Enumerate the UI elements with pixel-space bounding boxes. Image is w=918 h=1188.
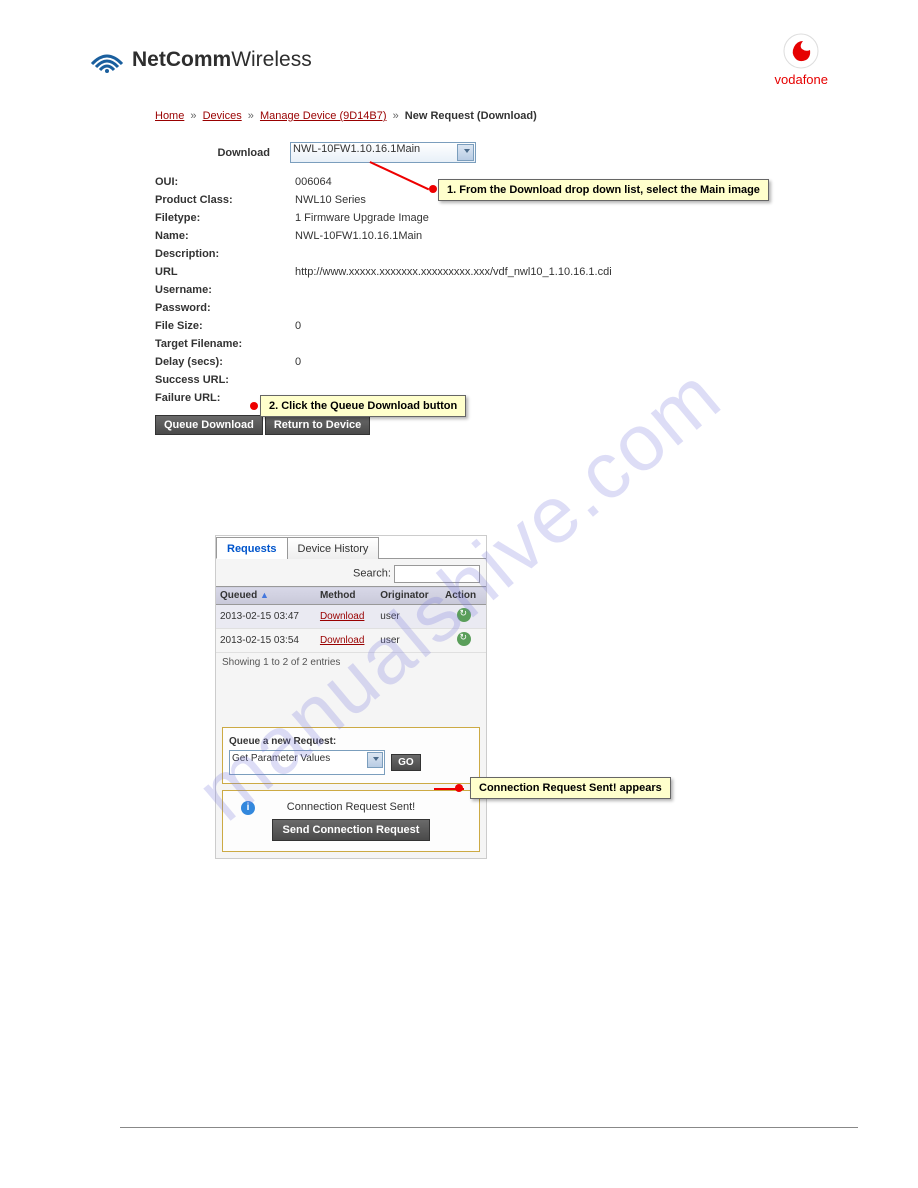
info-icon: i	[241, 801, 255, 815]
callout-dot	[250, 402, 258, 410]
fsize-value: 0	[295, 317, 301, 335]
pass-label: Password:	[155, 299, 270, 317]
showing-text: Showing 1 to 2 of 2 entries	[216, 653, 486, 672]
table-row: 2013-02-15 03:47 Download user	[216, 605, 486, 629]
download-value: NWL-10FW1.10.16.1Main	[293, 143, 420, 155]
cell-method-link[interactable]: Download	[320, 611, 364, 622]
breadcrumb-sep: »	[393, 110, 399, 122]
download-select[interactable]: NWL-10FW1.10.16.1Main	[290, 142, 476, 163]
connection-box: i Connection Request Sent! Send Connecti…	[222, 790, 480, 852]
pclass-value: NWL10 Series	[295, 191, 366, 209]
queue-label: Queue a new Request:	[229, 736, 473, 747]
queue-download-button[interactable]: Queue Download	[155, 415, 263, 435]
surl-label: Success URL:	[155, 371, 270, 389]
page-header: NetCommWireless vodafone	[90, 30, 828, 90]
queue-value: Get Parameter Values	[232, 753, 330, 764]
callout-arrow	[434, 788, 464, 790]
refresh-icon[interactable]	[457, 608, 471, 622]
callout-dot	[429, 185, 437, 193]
breadcrumb-devices[interactable]: Devices	[203, 110, 242, 122]
th-action[interactable]: Action	[441, 587, 486, 605]
cell-queued: 2013-02-15 03:54	[216, 629, 316, 653]
netcomm-logo: NetCommWireless	[90, 46, 312, 74]
delay-value: 0	[295, 353, 301, 371]
cell-orig: user	[376, 605, 441, 629]
ftype-value: 1 Firmware Upgrade Image	[295, 209, 429, 227]
name-value: NWL-10FW1.10.16.1Main	[295, 227, 422, 245]
breadcrumb-current: New Request (Download)	[405, 110, 537, 122]
callout-2: 2. Click the Queue Download button	[260, 395, 466, 417]
download-label: Download	[155, 144, 290, 162]
fsize-label: File Size:	[155, 317, 270, 335]
vodafone-logo: vodafone	[775, 33, 829, 87]
download-form: Download NWL-10FW1.10.16.1Main OUI: 00606…	[155, 142, 828, 435]
th-queued[interactable]: Queued ▲	[216, 587, 316, 605]
th-originator[interactable]: Originator	[376, 587, 441, 605]
requests-panel: Requests Device History Search: Queued ▲…	[215, 535, 487, 859]
brand-name: NetCommWireless	[132, 48, 312, 72]
delay-label: Delay (secs):	[155, 353, 270, 371]
search-row: Search:	[216, 559, 486, 586]
sort-asc-icon: ▲	[260, 590, 269, 600]
cell-method-link[interactable]: Download	[320, 635, 364, 646]
conn-status-text: Connection Request Sent!	[287, 801, 415, 813]
breadcrumb-home[interactable]: Home	[155, 110, 184, 122]
ftype-label: Filetype:	[155, 209, 270, 227]
return-to-device-button[interactable]: Return to Device	[265, 415, 370, 435]
breadcrumb-sep: »	[190, 110, 196, 122]
th-method[interactable]: Method	[316, 587, 376, 605]
oui-value: 006064	[295, 173, 332, 191]
url-value: http://www.xxxxx.xxxxxxx.xxxxxxxxx.xxx/v…	[295, 263, 612, 281]
user-label: Username:	[155, 281, 270, 299]
vodafone-text: vodafone	[775, 72, 829, 87]
panel-tabs: Requests Device History	[216, 536, 486, 559]
tab-requests[interactable]: Requests	[216, 537, 288, 559]
pclass-label: Product Class:	[155, 191, 270, 209]
breadcrumb: Home » Devices » Manage Device (9D14B7) …	[155, 110, 828, 122]
send-connection-button[interactable]: Send Connection Request	[272, 819, 431, 841]
callout-3: Connection Request Sent! appears	[470, 777, 671, 799]
wifi-icon	[90, 46, 124, 74]
tab-device-history[interactable]: Device History	[287, 537, 380, 559]
breadcrumb-sep: »	[248, 110, 254, 122]
breadcrumb-manage[interactable]: Manage Device (9D14B7)	[260, 110, 387, 122]
table-row: 2013-02-15 03:54 Download user	[216, 629, 486, 653]
name-label: Name:	[155, 227, 270, 245]
vodafone-icon	[783, 33, 819, 69]
footer-divider	[120, 1127, 858, 1128]
cell-orig: user	[376, 629, 441, 653]
desc-label: Description:	[155, 245, 270, 263]
queue-select[interactable]: Get Parameter Values	[229, 750, 385, 775]
conn-status-row: i Connection Request Sent!	[229, 801, 473, 813]
refresh-icon[interactable]	[457, 632, 471, 646]
cell-queued: 2013-02-15 03:47	[216, 605, 316, 629]
url-label: URL	[155, 263, 270, 281]
go-button[interactable]: GO	[391, 754, 421, 771]
callout-1: 1. From the Download drop down list, sel…	[438, 179, 769, 201]
requests-table: Queued ▲ Method Originator Action 2013-0…	[216, 586, 486, 653]
search-label: Search:	[353, 568, 391, 580]
search-input[interactable]	[394, 565, 480, 583]
tfile-label: Target Filename:	[155, 335, 270, 353]
queue-request-box: Queue a new Request: Get Parameter Value…	[222, 727, 480, 784]
oui-label: OUI:	[155, 173, 270, 191]
